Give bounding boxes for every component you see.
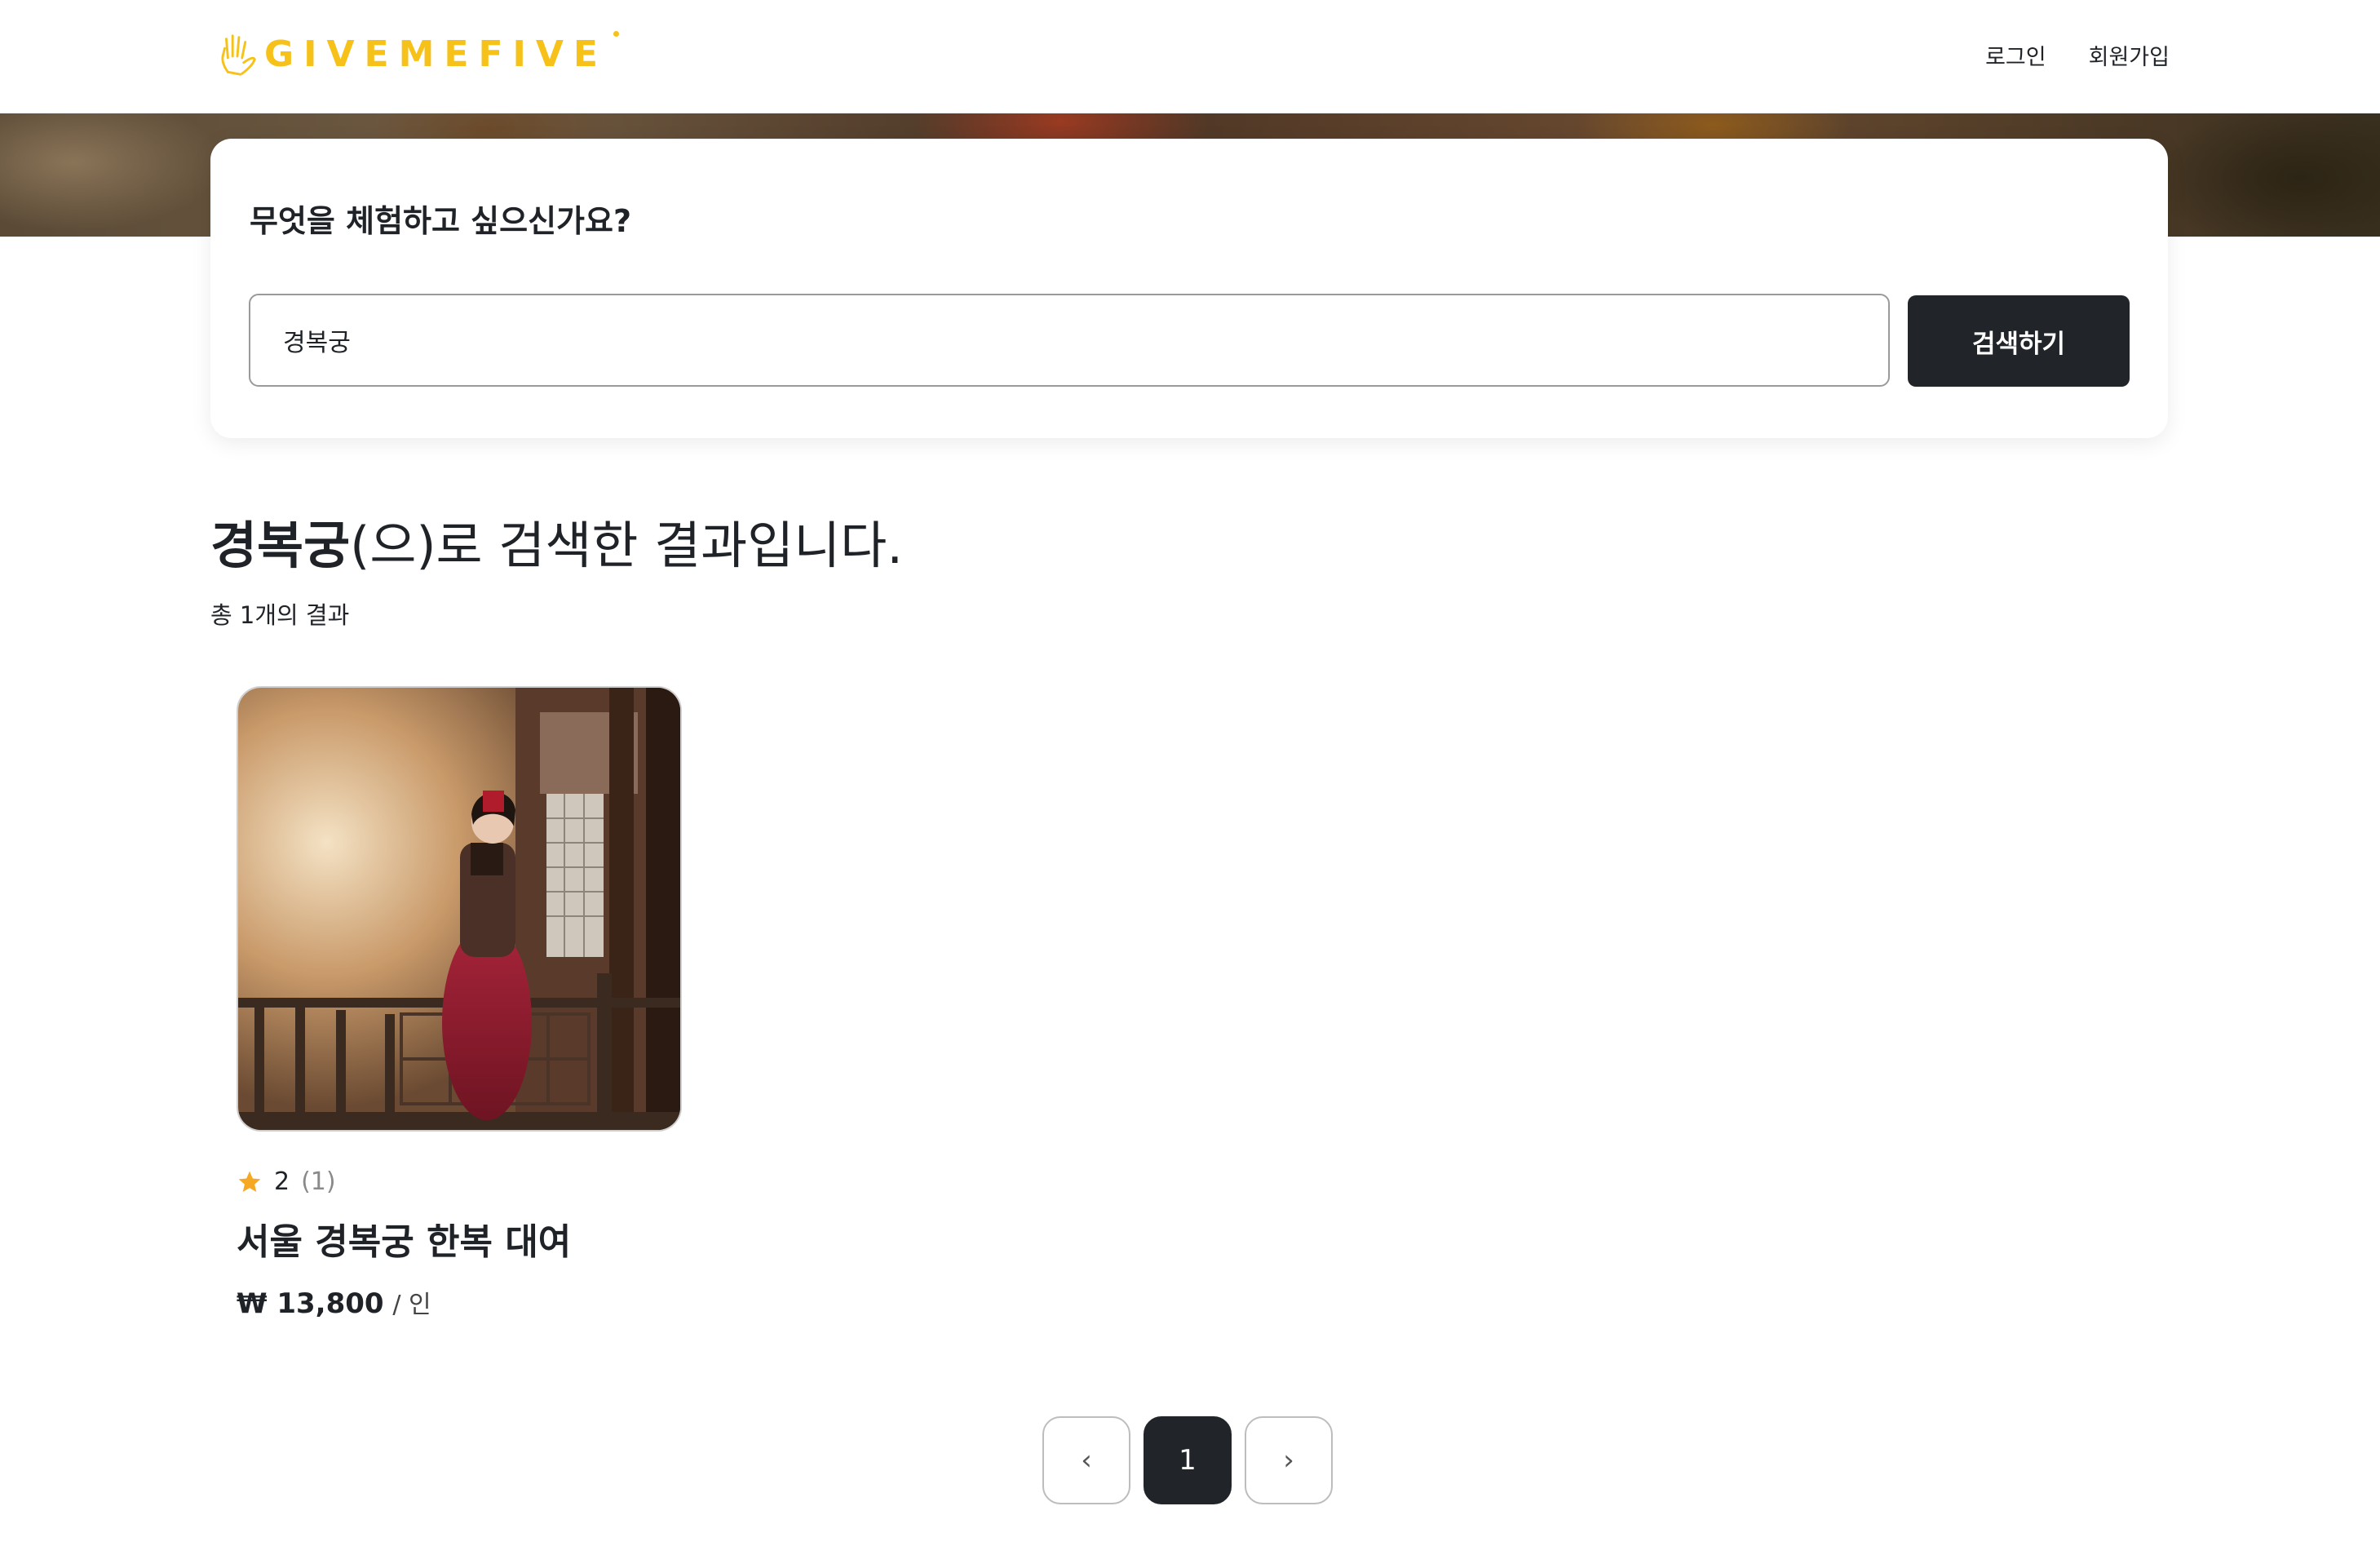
product-card[interactable]: 2 (1) 서울 경복궁 한복 대여 ₩ 13,800 / 인 (237, 686, 685, 1320)
results-heading: 경복궁(으)로 검색한 결과입니다. (210, 504, 903, 578)
prev-page-button[interactable]: ‹ (1042, 1416, 1130, 1504)
product-title[interactable]: 서울 경복궁 한복 대여 (237, 1212, 685, 1265)
product-image[interactable] (237, 686, 682, 1132)
rating: 2 (1) (237, 1167, 685, 1196)
login-link[interactable]: 로그인 (1985, 39, 2046, 71)
price-amount: ₩ 13,800 (237, 1287, 384, 1320)
rating-score: 2 (274, 1167, 290, 1196)
results-keyword: 경복궁 (210, 516, 351, 575)
search-card: 무엇을 체험하고 싶으신가요? 검색하기 (210, 139, 2168, 438)
chevron-right-icon: › (1283, 1444, 1294, 1477)
site-header: GIVEMEFIVE 로그인 회원가입 (0, 0, 2380, 113)
header-nav: 로그인 회원가입 (1985, 39, 2170, 71)
product-price: ₩ 13,800 / 인 (237, 1284, 685, 1320)
next-page-button[interactable]: › (1245, 1416, 1333, 1504)
pagination: ‹ 1 › (1042, 1416, 1333, 1504)
logo-text: GIVEMEFIVE (264, 33, 608, 75)
price-unit: / 인 (392, 1291, 431, 1319)
chevron-left-icon: ‹ (1081, 1444, 1092, 1477)
search-input[interactable] (249, 294, 1890, 387)
results-heading-suffix: (으)로 검색한 결과입니다. (350, 516, 904, 575)
results-count: 총 1개의 결과 (210, 601, 350, 629)
star-icon (238, 1171, 261, 1192)
page-1-button[interactable]: 1 (1144, 1416, 1232, 1504)
hanbok-photo (238, 688, 680, 1130)
review-count: (1) (301, 1167, 336, 1196)
signup-link[interactable]: 회원가입 (2089, 39, 2170, 71)
logo-dot (613, 31, 619, 37)
search-title: 무엇을 체험하고 싶으신가요? (250, 203, 632, 239)
logo[interactable]: GIVEMEFIVE (214, 29, 619, 80)
hand-icon (221, 34, 256, 76)
search-button[interactable]: 검색하기 (1908, 295, 2130, 387)
